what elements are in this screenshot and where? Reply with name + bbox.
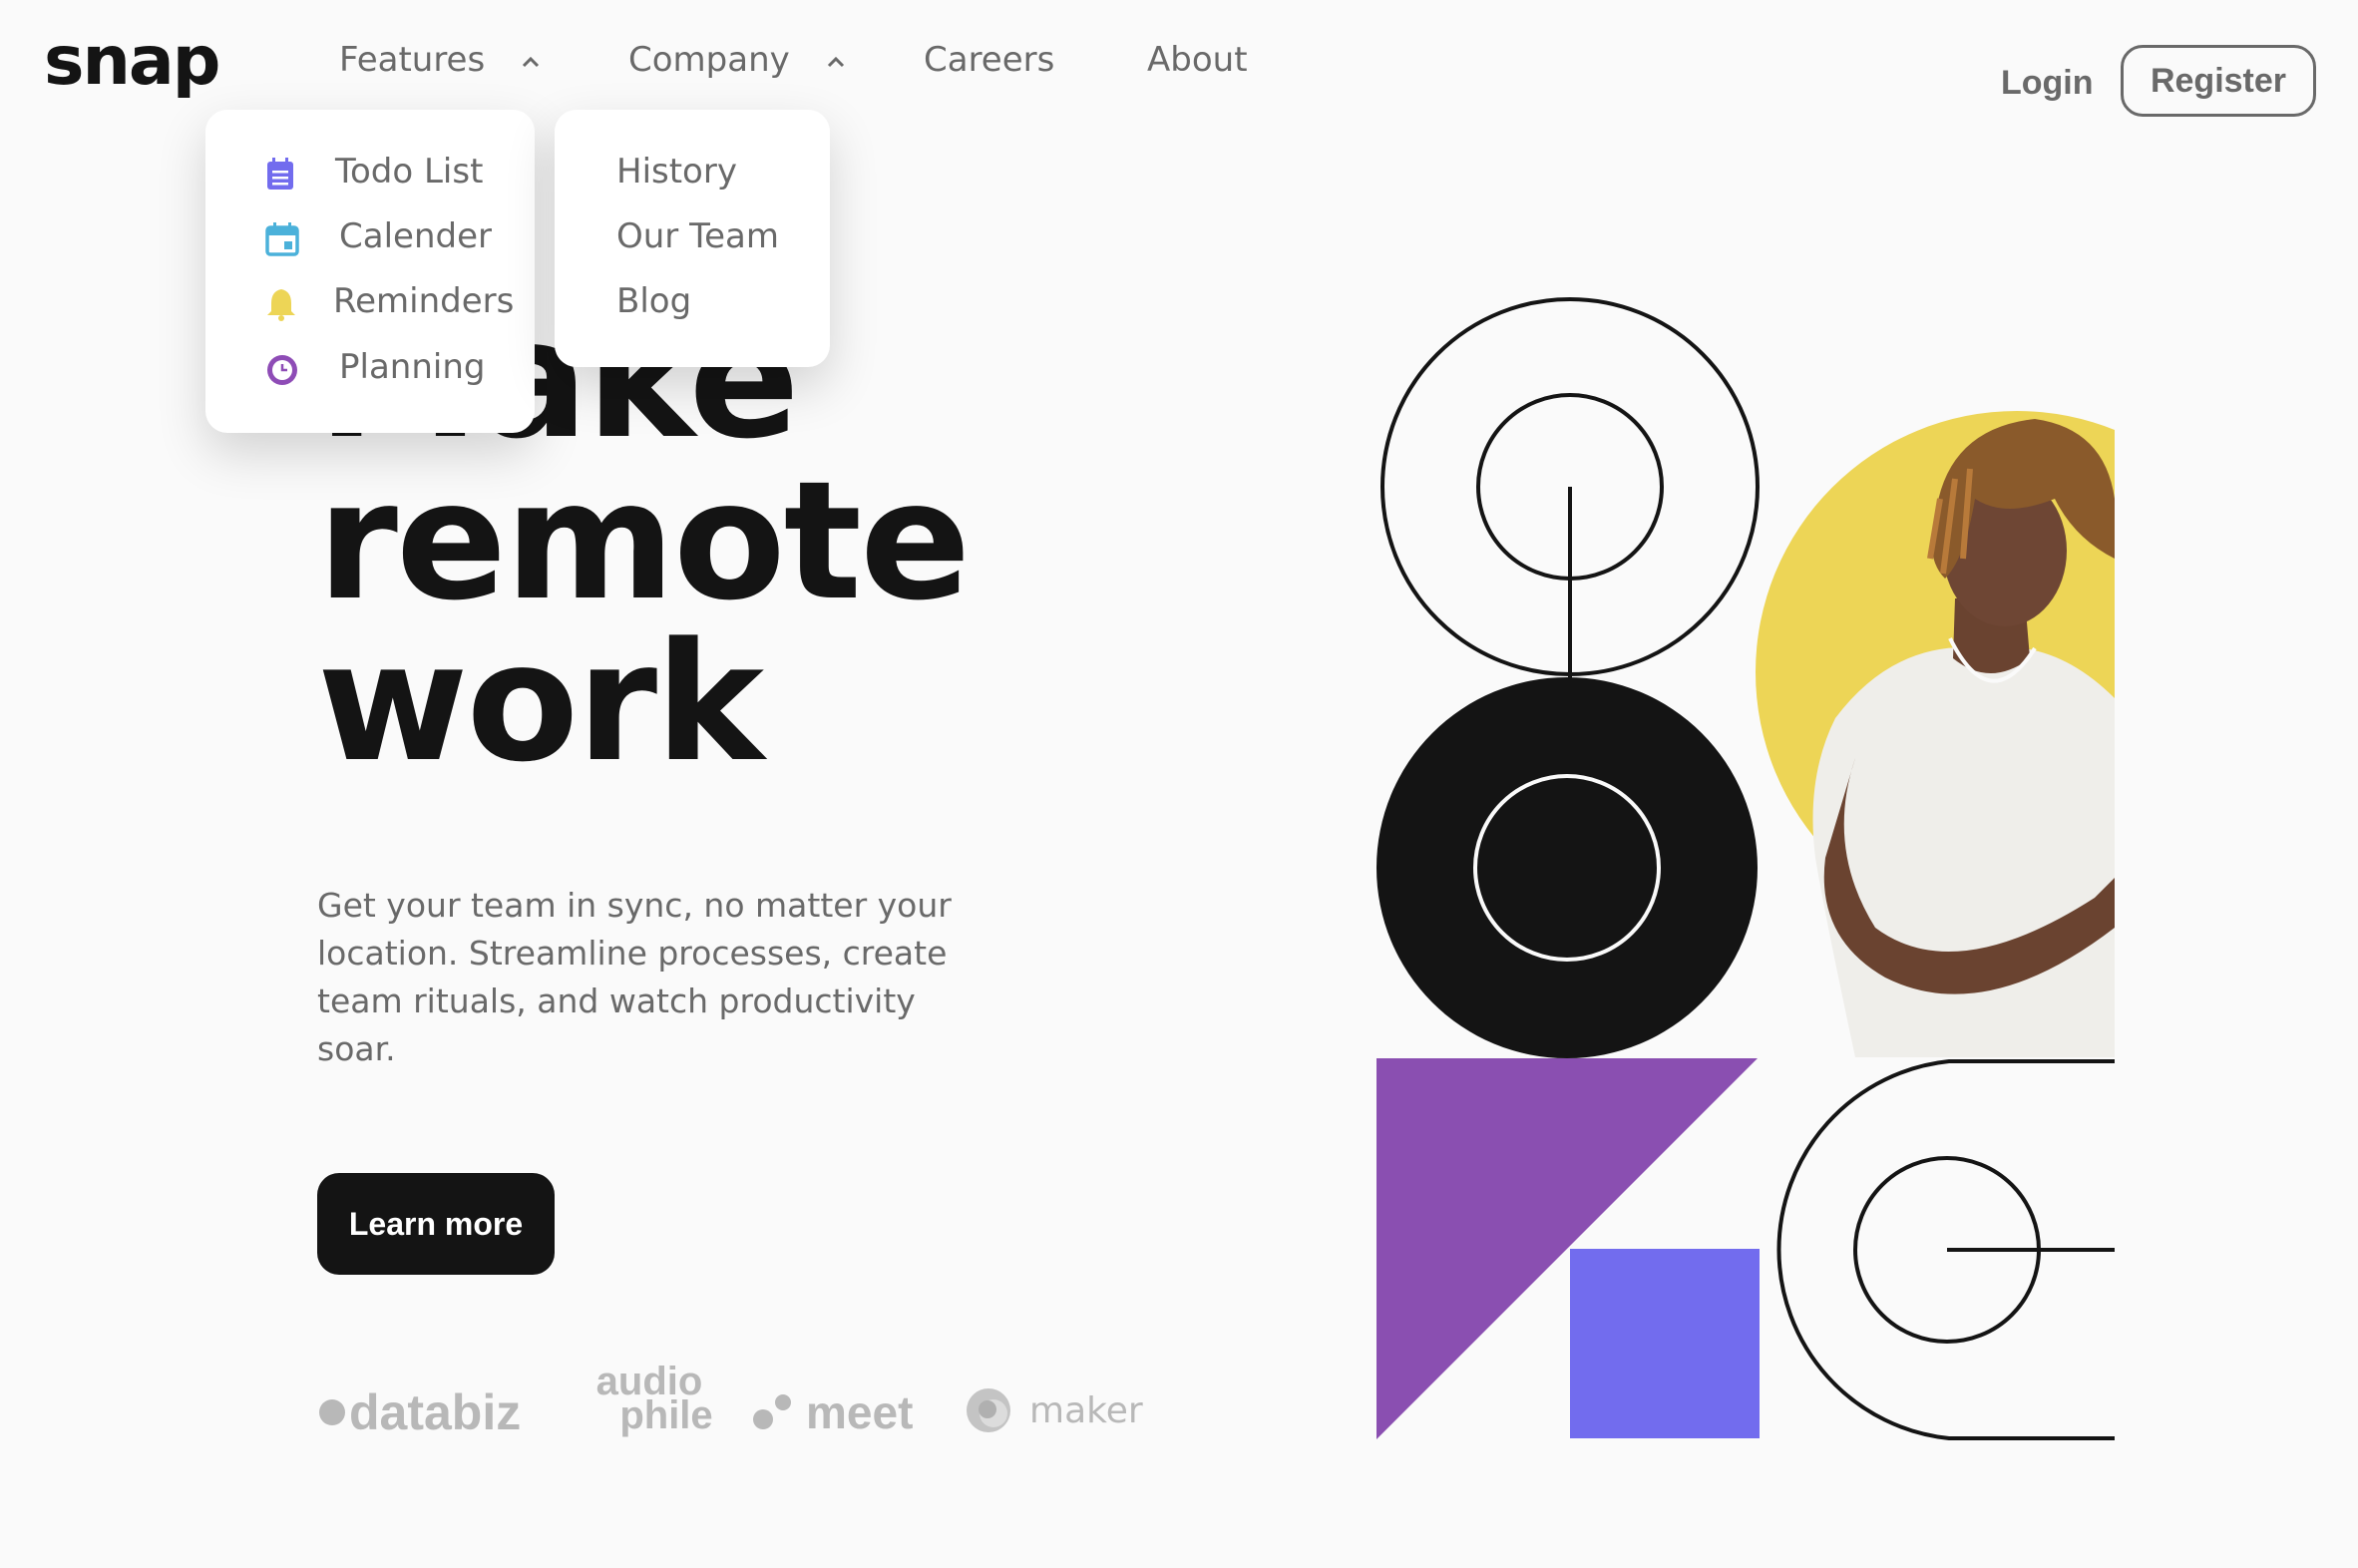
menu-item-label: Reminders [333,281,515,321]
maker-circle-icon [967,1388,1010,1432]
menu-item-calender[interactable]: Calender [265,212,492,260]
client-name: meet [806,1386,914,1438]
menu-item-todo-list[interactable]: Todo List [265,148,483,196]
client-logo-audiophile: audio phile [575,1362,724,1437]
login-button[interactable]: Login [2001,58,2094,108]
features-dropdown: Todo List Calender Reminders Planning [205,110,535,433]
client-name: databiz [349,1384,522,1440]
menu-item-our-team[interactable]: Our Team [616,212,779,260]
client-logo-databiz: databiz [317,1382,521,1442]
nav-features-label: Features [339,40,486,80]
nav-careers[interactable]: Careers [924,36,1054,84]
menu-item-blog[interactable]: Blog [616,277,691,325]
chevron-up-icon [522,56,540,67]
black-circle-shape [1376,677,1758,1058]
nav-company-label: Company [628,40,790,80]
nav-company[interactable]: Company [628,36,845,84]
menu-item-label: Calender [339,216,492,256]
menu-item-label: Planning [339,347,486,387]
meet-dots-icon [753,1394,791,1429]
snap-logo[interactable]: snap [44,22,220,102]
client-name: maker [1029,1389,1143,1431]
hero-title-line: work [317,607,764,798]
hero-description: Get your team in sync, no matter your lo… [317,886,952,1068]
todo-icon [267,158,293,190]
clock-icon [267,355,297,385]
databiz-dot-icon [319,1399,345,1425]
hero-title-line: remote [317,446,971,636]
bell-icon [267,289,295,321]
company-dropdown: History Our Team Blog [555,110,830,367]
menu-item-history[interactable]: History [616,148,737,196]
hero-illustration [1376,297,2115,1440]
client-logo-meet: meet [752,1382,913,1442]
blue-square-shape [1570,1249,1760,1438]
menu-item-reminders[interactable]: Reminders [265,277,514,325]
chevron-up-icon [827,56,844,67]
client-name: phile [619,1393,713,1437]
learn-more-button[interactable]: Learn more [317,1173,555,1275]
calendar-icon [265,222,299,256]
menu-item-label: Todo List [335,152,484,192]
nav-about[interactable]: About [1147,36,1248,84]
register-button[interactable]: Register [2121,45,2316,117]
client-logo-maker: maker [964,1380,1143,1440]
nav-features[interactable]: Features [339,36,540,84]
menu-item-planning[interactable]: Planning [265,343,485,391]
